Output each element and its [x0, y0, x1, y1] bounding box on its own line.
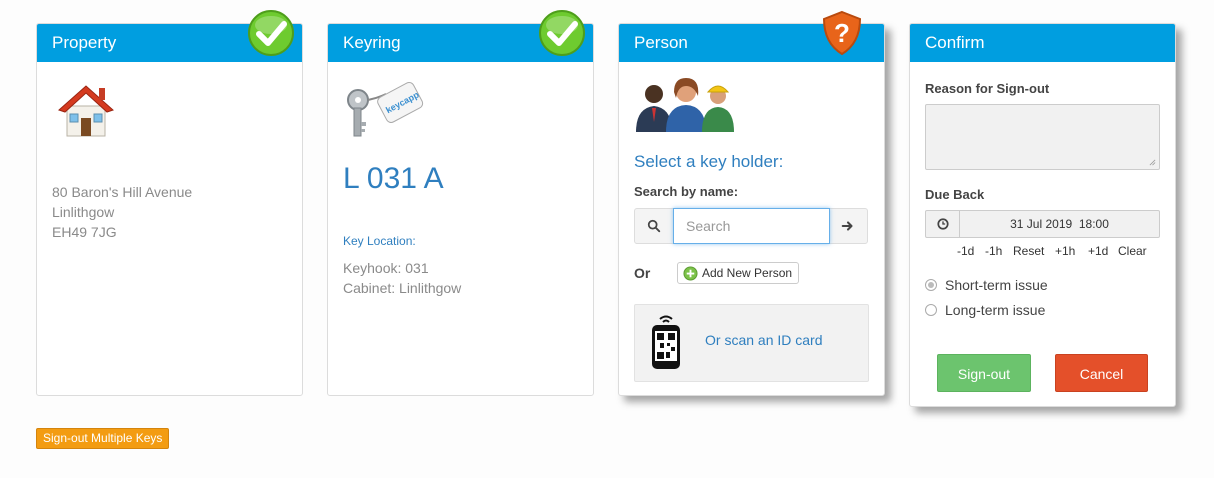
plus-1d-button[interactable]: +1d	[1088, 244, 1108, 258]
reason-textarea[interactable]	[925, 104, 1160, 170]
scan-id-card-box[interactable]: Or scan an ID card	[634, 304, 869, 382]
reason-label: Reason for Sign-out	[925, 81, 1050, 96]
clear-button[interactable]: Clear	[1118, 244, 1147, 258]
confirm-card-header: Confirm	[910, 24, 1175, 62]
cabinet-value: Cabinet: Linlithgow	[343, 280, 462, 296]
question-shield-icon: ?	[822, 10, 862, 56]
reset-button[interactable]: Reset	[1013, 244, 1044, 258]
scan-id-card-link[interactable]: Or scan an ID card	[705, 332, 823, 348]
keyring-code: L 031 A	[343, 162, 444, 195]
long-term-option[interactable]: Long-term issue	[925, 302, 1045, 318]
search-by-name-label: Search by name:	[634, 184, 739, 199]
or-label: Or	[634, 265, 651, 281]
minus-1d-button[interactable]: -1d	[957, 244, 974, 258]
phone-qr-icon	[652, 315, 680, 369]
short-term-label: Short-term issue	[945, 277, 1048, 293]
plus-1h-button[interactable]: +1h	[1055, 244, 1075, 258]
long-term-radio[interactable]	[925, 304, 937, 316]
add-new-person-button[interactable]: Add New Person	[677, 262, 800, 284]
keyhook-value: Keyhook: 031	[343, 260, 429, 276]
search-input[interactable]	[673, 208, 830, 244]
search-icon	[635, 209, 673, 243]
keyring-title: Keyring	[343, 33, 401, 52]
person-card: Person ? Select a key holder: Search by …	[618, 10, 885, 396]
due-back-field[interactable]: 31 Jul 2019 18:00	[925, 210, 1160, 238]
sign-out-multiple-keys-button[interactable]: Sign-out Multiple Keys	[36, 428, 170, 449]
check-icon	[539, 10, 585, 56]
due-back-label: Due Back	[925, 187, 985, 202]
arrow-right-icon[interactable]	[829, 209, 867, 243]
house-icon	[58, 85, 114, 137]
person-title: Person	[634, 33, 688, 52]
search-group	[634, 208, 868, 244]
check-icon	[248, 10, 294, 56]
due-back-value: 31 Jul 2019 18:00	[1010, 217, 1109, 231]
property-address-line1: 80 Baron's Hill Avenue	[52, 184, 193, 200]
short-term-radio[interactable]	[925, 279, 937, 291]
sign-out-button[interactable]: Sign-out	[937, 354, 1031, 392]
property-card: Property 80 Baron's Hill Avenue Linlithg…	[36, 10, 303, 396]
clock-icon[interactable]	[926, 211, 960, 237]
short-term-option[interactable]: Short-term issue	[925, 277, 1048, 293]
add-new-person-label: Add New Person	[702, 266, 793, 280]
people-icon	[636, 78, 734, 132]
property-address-line3: EH49 7JG	[52, 224, 117, 240]
resize-handle-icon	[1149, 159, 1156, 166]
confirm-title: Confirm	[925, 33, 985, 52]
confirm-card: Confirm Reason for Sign-out Due Back 31 …	[909, 23, 1176, 407]
plus-circle-icon	[683, 265, 698, 281]
minus-1h-button[interactable]: -1h	[985, 244, 1002, 258]
select-key-holder-heading: Select a key holder:	[634, 152, 784, 171]
long-term-label: Long-term issue	[945, 302, 1046, 318]
svg-text:?: ?	[834, 18, 850, 48]
property-title: Property	[52, 33, 117, 52]
keys-icon: keycapp	[347, 81, 424, 137]
cancel-button[interactable]: Cancel	[1055, 354, 1148, 392]
property-address-line2: Linlithgow	[52, 204, 115, 220]
keyring-card: Keyring keycapp L 031 A Key Location: Ke…	[327, 10, 594, 396]
key-location-label: Key Location:	[343, 234, 416, 248]
